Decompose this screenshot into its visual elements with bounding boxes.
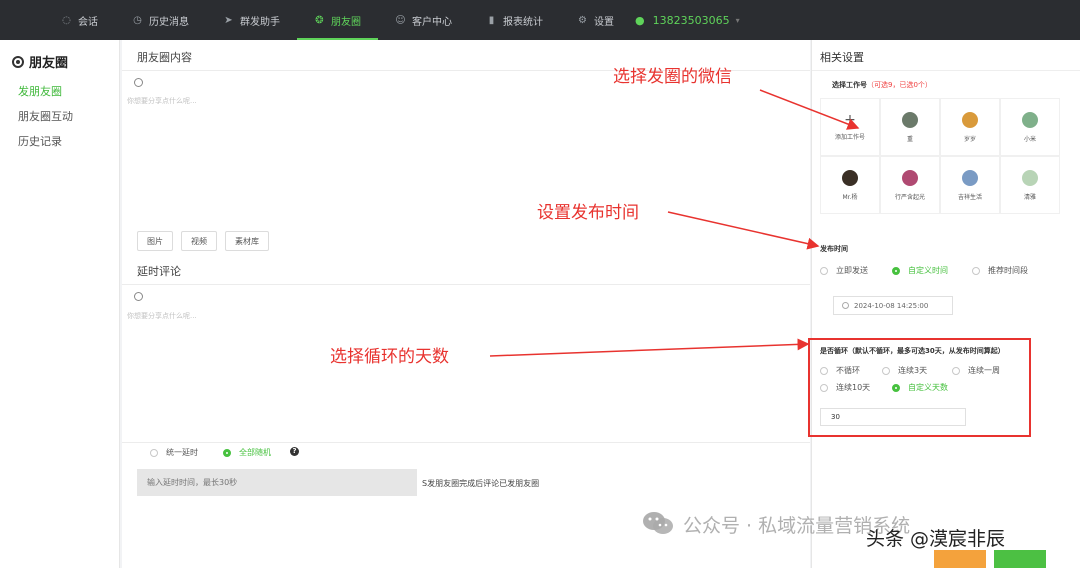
annotation-loop-days: 选择循环的天数 xyxy=(330,347,449,367)
nav-item-moments[interactable]: ❂ 朋友圈 xyxy=(297,0,378,40)
account-card[interactable]: 岁岁 xyxy=(940,98,1000,156)
radio[interactable] xyxy=(892,266,900,275)
account-phone[interactable]: ● 13823503065 ▾ xyxy=(635,14,740,27)
user-icon: ☺ xyxy=(395,14,406,26)
moments-icon: ❂ xyxy=(315,14,324,26)
sidebar-item-post-moments[interactable]: 发朋友圈 xyxy=(0,79,119,104)
avatar xyxy=(902,169,918,186)
cancel-button[interactable] xyxy=(934,550,986,568)
bar-chart-icon: ▮ xyxy=(488,14,495,26)
select-account-label: 选择工作号（可选9，已选0个） xyxy=(832,81,932,89)
content-textarea[interactable]: 你想要分享点什么呢... xyxy=(127,96,197,106)
chevron-down-icon: ▾ xyxy=(735,15,740,25)
radio[interactable] xyxy=(150,448,158,457)
sidebar-item-history[interactable]: 历史记录 xyxy=(0,129,119,154)
avatar xyxy=(962,169,978,186)
account-grid: + 添加工作号 重 岁岁 小米 Mr.杨 行严含起光 吉祥生活 清雅 xyxy=(820,98,1060,214)
publish-time-label: 发布时间 xyxy=(820,245,848,253)
sidebar-title: 朋友圈 xyxy=(0,40,119,71)
moments-icon xyxy=(12,55,24,68)
radio[interactable] xyxy=(223,448,231,457)
highlight-loop-box xyxy=(808,338,1031,437)
gear-icon: ⚙ xyxy=(578,14,587,26)
nav-item-reports[interactable]: ▮ 报表统计 xyxy=(469,0,560,40)
timing-option-random[interactable]: 全部随机 xyxy=(223,447,271,458)
annotation-publish-time: 设置发布时间 xyxy=(537,203,639,223)
radio[interactable] xyxy=(820,266,828,275)
delay-input[interactable] xyxy=(137,469,417,496)
publish-option-now[interactable]: 立即发送 xyxy=(820,265,868,276)
account-card[interactable]: 吉祥生活 xyxy=(940,156,1000,214)
nav-item-settings[interactable]: ⚙ 设置 xyxy=(560,0,631,40)
send-icon: ➤ xyxy=(224,14,233,26)
wechat-logo-icon xyxy=(643,512,673,534)
account-card[interactable]: 行严含起光 xyxy=(880,156,940,214)
add-account-button[interactable]: + 添加工作号 xyxy=(820,98,880,156)
account-card[interactable]: Mr.杨 xyxy=(820,156,880,214)
plus-icon: + xyxy=(844,112,856,128)
nav-item-broadcast[interactable]: ➤ 群发助手 xyxy=(206,0,297,40)
publish-option-custom[interactable]: 自定义时间 xyxy=(892,265,948,276)
avatar xyxy=(842,169,858,186)
settings-title: 相关设置 xyxy=(820,51,864,64)
nav-item-customers[interactable]: ☺ 客户中心 xyxy=(378,0,469,40)
radio[interactable] xyxy=(972,266,980,275)
avatar xyxy=(1022,169,1038,186)
settings-panel: 相关设置 选择工作号（可选9，已选0个） + 添加工作号 重 岁岁 小米 Mr.杨… xyxy=(811,40,1080,568)
account-card[interactable]: 小米 xyxy=(1000,98,1060,156)
material-library-button[interactable]: 素材库 xyxy=(225,231,269,251)
account-card[interactable]: 清雅 xyxy=(1000,156,1060,214)
publish-datetime-input[interactable]: 2024-10-08 14:25:00 xyxy=(833,296,953,315)
submit-button[interactable] xyxy=(994,550,1046,568)
top-nav: ◌ 会话 ◷ 历史消息 ➤ 群发助手 ❂ 朋友圈 ☺ 客户中心 ▮ 报表统计 ⚙ 设置 ● 13… xyxy=(0,0,1080,40)
chat-icon: ◌ xyxy=(62,14,71,26)
user-icon: ● xyxy=(635,13,645,27)
image-button[interactable]: 图片 xyxy=(137,231,173,251)
account-card[interactable]: 重 xyxy=(880,98,940,156)
avatar xyxy=(1022,111,1038,128)
nav-item-chat[interactable]: ◌ 会话 xyxy=(44,0,115,40)
clock-icon: ◷ xyxy=(133,14,142,26)
watermark-author: 头条 @漠宸非辰 xyxy=(866,528,1006,550)
timing-option-uniform[interactable]: 统一延时 xyxy=(150,447,198,458)
comment-title: 延时评论 xyxy=(137,265,181,278)
clock-icon xyxy=(842,302,849,309)
help-icon[interactable]: ? xyxy=(290,447,299,456)
content-title: 朋友圈内容 xyxy=(137,51,192,64)
emoji-icon[interactable] xyxy=(134,78,143,87)
publish-option-recommended[interactable]: 推荐时间段 xyxy=(972,265,1028,276)
sidebar: 朋友圈 发朋友圈 朋友圈互动 历史记录 xyxy=(0,40,120,568)
comment-textarea[interactable]: 你想要分享点什么呢... xyxy=(127,311,197,321)
main-panel: 朋友圈内容 你想要分享点什么呢... 图片 视频 素材库 延时评论 你想要分享点… xyxy=(122,40,810,568)
video-button[interactable]: 视频 xyxy=(181,231,217,251)
nav-item-history[interactable]: ◷ 历史消息 xyxy=(115,0,206,40)
emoji-icon[interactable] xyxy=(134,292,143,301)
avatar xyxy=(902,111,918,128)
delay-note: S发朋友圈完成后评论已发朋友圈 xyxy=(422,479,540,488)
annotation-select-wechat: 选择发圈的微信 xyxy=(613,67,732,87)
sidebar-item-moments-interaction[interactable]: 朋友圈互动 xyxy=(0,104,119,129)
avatar xyxy=(962,111,978,128)
